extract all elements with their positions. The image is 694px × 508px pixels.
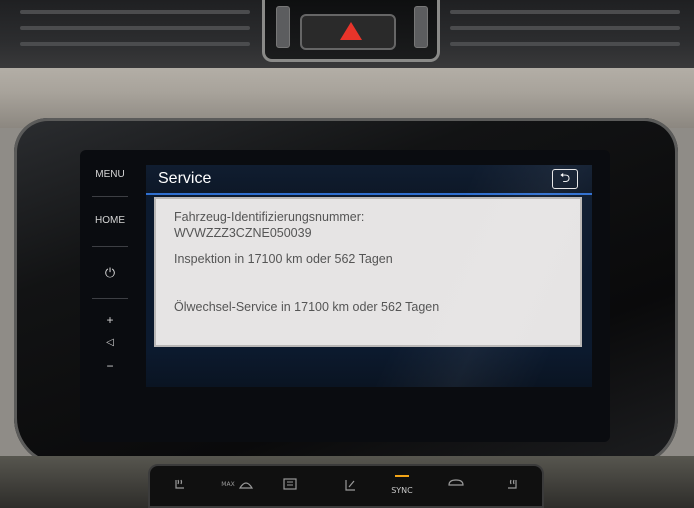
hazard-icon	[340, 22, 362, 40]
divider	[92, 246, 128, 247]
rear-defrost-icon[interactable]	[270, 478, 310, 494]
infotainment-screen: Service ⮌ Fahrzeug-Identifizierungsnumme…	[146, 165, 592, 387]
menu-button[interactable]: MENU	[84, 168, 136, 182]
page-title: Service	[158, 170, 212, 187]
divider	[92, 196, 128, 197]
seat-vent-icon[interactable]	[330, 478, 370, 498]
back-icon[interactable]: ⮌	[552, 169, 578, 189]
side-hard-keys: MENU HOME ⏻ + ◁ −	[84, 158, 136, 388]
seat-heat-icon[interactable]	[160, 478, 200, 496]
service-info-panel: Fahrzeug-Identifizierungsnummer: WVWZZZ3…	[154, 197, 582, 347]
screen-header: Service ⮌	[146, 165, 592, 195]
vent-slat	[20, 10, 250, 14]
home-button[interactable]: HOME	[84, 214, 136, 228]
vent-slat	[20, 42, 250, 46]
vent-knob-left[interactable]	[276, 6, 290, 48]
divider	[92, 298, 128, 299]
sync-button[interactable]: SYNC	[382, 484, 422, 498]
vin-value: WVWZZZ3CZNE050039	[174, 226, 312, 240]
sync-indicator-led	[395, 475, 409, 477]
defrost-icon[interactable]	[226, 478, 266, 494]
volume-down-button[interactable]: −	[84, 359, 136, 373]
seat-heat-right-icon[interactable]	[492, 478, 532, 496]
vent-slat	[450, 42, 680, 46]
vin-label: Fahrzeug-Identifizierungsnummer:	[174, 210, 365, 224]
power-icon[interactable]: ⏻	[84, 266, 136, 280]
vent-slat	[450, 10, 680, 14]
screen-lower-area	[146, 351, 592, 387]
oil-service-status: Ölwechsel-Service in 17100 km oder 562 T…	[174, 300, 440, 314]
volume-up-button[interactable]: +	[84, 313, 136, 327]
volume-icon: ◁	[106, 337, 114, 348]
recirculation-icon[interactable]	[436, 478, 476, 492]
vent-slat	[20, 26, 250, 30]
inspection-status: Inspektion in 17100 km oder 562 Tagen	[174, 252, 393, 266]
vent-slat	[450, 26, 680, 30]
vent-knob-right[interactable]	[414, 6, 428, 48]
